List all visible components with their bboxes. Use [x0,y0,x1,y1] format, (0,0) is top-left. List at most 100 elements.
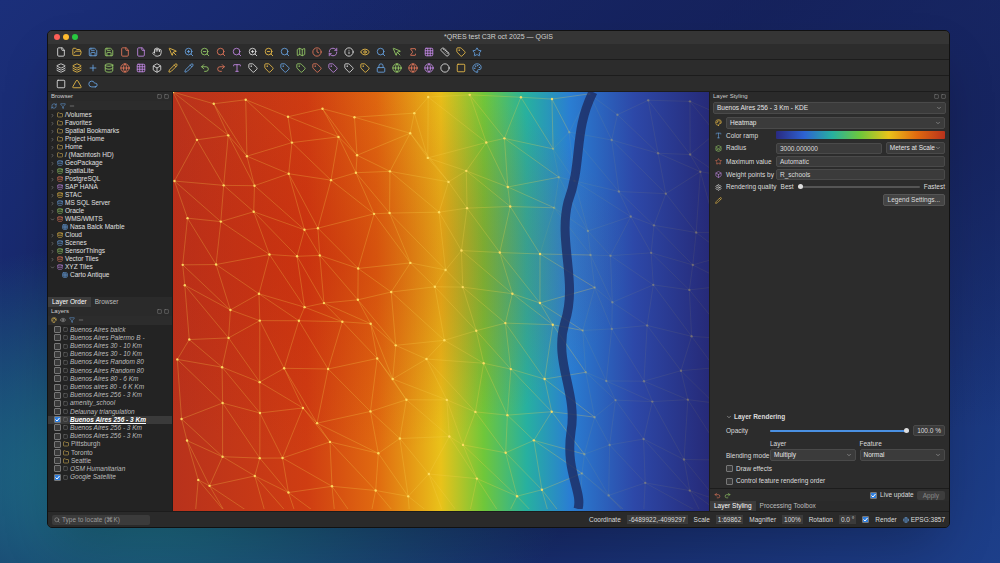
layer-item[interactable]: Buenos aires 80 - 6 K Km [48,383,172,391]
collapsed-icon[interactable] [50,121,55,126]
browser-item[interactable]: Home [48,143,172,151]
collapsed-icon[interactable] [50,185,55,190]
tool-button[interactable] [246,61,259,74]
tool-button[interactable] [198,61,211,74]
tool-button[interactable] [134,61,147,74]
layer-item[interactable]: Buenos Aires 30 - 10 Km [48,342,172,350]
tool-button[interactable] [294,61,307,74]
browser-item[interactable]: Favorites [48,119,172,127]
tool-button[interactable] [118,45,131,58]
close-button[interactable] [54,34,60,40]
tool-button[interactable] [342,61,355,74]
layer-visibility-checkbox[interactable] [54,326,61,333]
tool-button[interactable] [118,61,131,74]
tool-button[interactable] [326,45,339,58]
collapsed-icon[interactable] [50,201,55,206]
styling-tab-icon[interactable] [715,158,722,165]
collapsed-icon[interactable] [50,137,55,142]
dock-tab[interactable]: Layer Styling [710,501,756,511]
browser-item[interactable]: SAP HANA [48,183,172,191]
layer-item[interactable]: Buenos Aires 256 - 3 Km [48,416,172,424]
styling-tab-icon[interactable] [715,197,722,204]
dock-tab[interactable]: Processing Toolbox [756,501,820,511]
tool-button[interactable] [150,61,163,74]
legend-settings-button[interactable]: Legend Settings... [883,194,945,206]
layer-item[interactable]: Google Satellite [48,473,172,481]
tool-button[interactable] [246,45,259,58]
browser-item[interactable]: WMS/WMTS [48,215,172,223]
tool-button[interactable] [454,61,467,74]
radius-input[interactable]: 3000.000000 [776,143,882,154]
blend-feature-select[interactable]: Normal [860,449,946,461]
tool-button[interactable] [86,45,99,58]
tool-button[interactable] [326,61,339,74]
rotation-field[interactable]: 0.0 ° [839,515,856,525]
blend-layer-select[interactable]: Multiply [770,449,856,461]
layer-visibility-checkbox[interactable] [54,359,61,366]
browser-item[interactable]: Scenes [48,239,172,247]
tool-button[interactable] [374,45,387,58]
collapsed-icon[interactable] [50,169,55,174]
tool-button[interactable] [214,45,227,58]
quality-slider[interactable] [798,186,920,188]
tool-button[interactable] [86,77,99,90]
draw-effects-checkbox[interactable] [726,465,733,472]
magnifier-field[interactable]: 100% [782,515,803,525]
layer-visibility-checkbox[interactable] [54,433,61,440]
tool-button[interactable] [262,61,275,74]
radius-unit-select[interactable]: Meters at Scale [886,142,945,154]
opacity-slider[interactable] [770,430,909,432]
browser-item[interactable]: PostgreSQL [48,175,172,183]
layer-visibility-checkbox[interactable] [54,474,61,481]
styling-tab-icon[interactable] [715,145,722,152]
layer-visibility-checkbox[interactable] [54,343,61,350]
close-icon[interactable] [941,94,946,99]
coordinate-field[interactable]: -6489922,-4099297 [627,515,688,525]
expanded-icon[interactable] [50,217,55,222]
tool-button[interactable] [470,61,483,74]
layer-visibility-checkbox[interactable] [54,400,61,407]
minimize-button[interactable] [63,34,69,40]
live-update-checkbox[interactable] [870,492,877,499]
layer-select[interactable]: Buenos Aires 256 - 3 Km - KDE [713,102,946,114]
collapsed-icon[interactable] [50,153,55,158]
tool-button[interactable] [358,45,371,58]
browser-item[interactable]: MS SQL Server [48,199,172,207]
tool-button[interactable] [374,61,387,74]
expanded-icon[interactable] [726,414,732,420]
crs-button[interactable]: EPSG:3857 [903,515,945,525]
layer-item[interactable]: Buenos Aires Palermo B - [48,334,172,342]
layer-visibility-checkbox[interactable] [54,334,61,341]
layer-visibility-checkbox[interactable] [54,441,61,448]
refresh-icon[interactable] [51,103,57,109]
collapsed-icon[interactable] [50,241,55,246]
browser-item[interactable]: XYZ Tiles [48,263,172,271]
tool-button[interactable] [166,61,179,74]
layer-item[interactable]: amenity_school [48,399,172,407]
tool-button[interactable] [390,61,403,74]
tool-button[interactable] [54,61,67,74]
tool-button[interactable] [70,77,83,90]
tool-button[interactable] [150,45,163,58]
layer-item[interactable]: Buenos Aires 256 - 3 Km [48,432,172,440]
layer-visibility-checkbox[interactable] [54,375,61,382]
tool-button[interactable] [438,45,451,58]
collapse-icon[interactable] [69,103,75,109]
layer-item[interactable]: Toronto [48,448,172,456]
browser-item[interactable]: Project Home [48,135,172,143]
browser-item[interactable]: /Volumes [48,111,172,119]
float-icon[interactable] [934,94,939,99]
tool-button[interactable] [342,45,355,58]
tool-button[interactable] [422,61,435,74]
tool-button[interactable] [278,45,291,58]
tool-button[interactable] [422,45,435,58]
layer-item[interactable]: Buenos Aires 30 - 10 Km [48,350,172,358]
close-icon[interactable] [164,94,169,99]
tool-button[interactable] [262,45,275,58]
layer-item[interactable]: Delaunay triangulation [48,407,172,415]
dock-tab[interactable]: Layer Order [48,297,91,307]
collapsed-icon[interactable] [50,193,55,198]
tool-button[interactable] [166,45,179,58]
tool-button[interactable] [102,45,115,58]
tool-button[interactable] [310,45,323,58]
